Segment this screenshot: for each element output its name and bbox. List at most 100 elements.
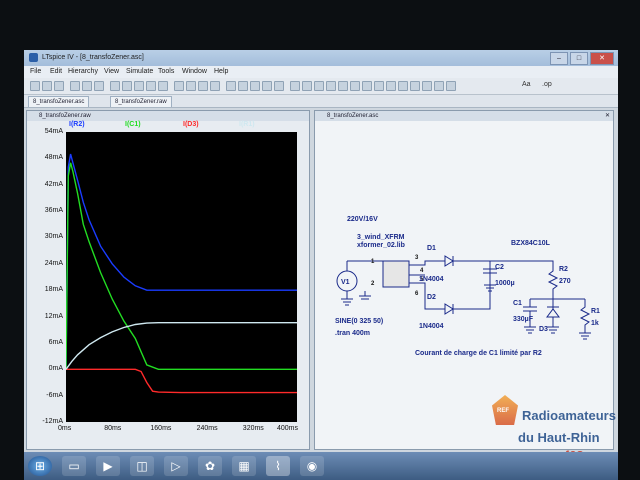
desktop-icon[interactable]: ▦ [232,456,256,476]
y-tick-label: 36mA [44,207,63,215]
rotate-icon[interactable] [434,81,444,91]
zener-model-label: BZX84C10L [511,240,551,247]
paste-icon[interactable] [250,81,260,91]
menu-edit[interactable]: Edit [50,68,62,75]
c1-value-label: 330µF [513,316,534,323]
run-icon[interactable] [82,81,92,91]
find-icon[interactable] [262,81,272,91]
text-button[interactable]: Aa [522,81,538,91]
y-tick-label: 0mA [48,365,63,373]
tab-waveform[interactable]: 8_transfoZener.raw [110,96,172,107]
zoom-out-icon[interactable] [134,81,144,91]
spice-directive-button[interactable]: .op [542,81,558,91]
menu-hierarchy[interactable]: Hierarchy [68,68,98,75]
tile-icon[interactable] [186,81,196,91]
menu-help[interactable]: Help [214,68,228,75]
undo-icon[interactable] [410,81,420,91]
pane-close-icon[interactable]: ✕ [605,111,610,121]
transformer-symbol[interactable] [382,260,410,288]
arrow-app-icon[interactable]: ▷ [164,456,188,476]
schematic-drawing[interactable]: 220V/16V 3_wind_XFRM xformer_02.lib 1 3 … [315,121,613,449]
control-panel-icon[interactable] [70,81,80,91]
explorer-icon[interactable]: ▭ [62,456,86,476]
legend-item-ir2[interactable]: I(R2) [69,121,85,128]
cut-icon[interactable] [226,81,236,91]
gear-app-icon[interactable]: ✿ [198,456,222,476]
wire-icon[interactable] [290,81,300,91]
start-button-icon[interactable]: ⊞ [28,456,52,476]
menu-simulate[interactable]: Simulate [126,68,153,75]
browser-icon[interactable]: ◉ [300,456,324,476]
minimize-button[interactable]: – [550,52,568,65]
toolbar: Aa .op [24,78,618,95]
ground-icon[interactable] [302,81,312,91]
close-button[interactable]: ✕ [590,52,614,65]
waveform-pane-title-text: 8_transfoZener.raw [39,113,91,119]
drag-icon[interactable] [398,81,408,91]
schematic-canvas[interactable]: 220V/16V 3_wind_XFRM xformer_02.lib 1 3 … [315,121,613,449]
waveform-pane-title: 8_transfoZener.raw [27,111,309,121]
zener-d3-symbol[interactable] [546,299,560,327]
resistor-icon[interactable] [326,81,336,91]
x-tick-label: 400ms [277,425,299,432]
diode-d1-symbol[interactable] [435,255,490,267]
schematic-pane-title-text: 8_transfoZener.asc [327,113,379,119]
close-pane-icon[interactable] [210,81,220,91]
pin-3-label: 3 [415,255,419,261]
inductor-icon[interactable] [350,81,360,91]
trace-ir1[interactable] [65,321,297,370]
autorange-icon[interactable] [174,81,184,91]
copy-icon[interactable] [238,81,248,91]
cascade-icon[interactable] [198,81,208,91]
new-schematic-icon[interactable] [30,81,40,91]
mirror-icon[interactable] [446,81,456,91]
print-icon[interactable] [274,81,284,91]
component-icon[interactable] [374,81,384,91]
c2-value-label: 1000µ [495,280,515,287]
waveform-pane: 8_transfoZener.raw I(R2) I(C1) I(D3) I(R1) … [26,110,310,450]
legend-item-ir1[interactable]: I(R1) [239,121,255,128]
save-icon[interactable] [54,81,64,91]
open-icon[interactable] [42,81,52,91]
menu-view[interactable]: View [104,68,119,75]
y-tick-label: 42mA [44,180,63,188]
move-icon[interactable] [386,81,396,91]
plot-area[interactable] [65,132,297,422]
pin-1-label: 1 [371,259,375,265]
capacitor-icon[interactable] [338,81,348,91]
trace-id3[interactable] [66,368,297,394]
legend-item-id3[interactable]: I(D3) [183,121,199,128]
x-tick-label: 320ms [242,425,264,432]
legend-item-ic1[interactable]: I(C1) [125,121,141,128]
tab-schematic[interactable]: 8_transfoZener.asc [28,96,90,107]
label-net-icon[interactable] [314,81,324,91]
ltspice-taskbar-icon[interactable]: ⌇ [266,456,290,476]
d1-model-label: 1N4004 [419,276,444,283]
resistor-r1-symbol[interactable] [579,299,591,333]
zoom-in-icon[interactable] [122,81,132,91]
zoom-cancel-icon[interactable] [158,81,168,91]
maximize-button[interactable]: □ [570,52,588,65]
pan-icon[interactable] [110,81,120,91]
x-tick-label: 0ms [58,425,72,432]
diode-d2-symbol[interactable] [435,261,491,315]
halt-icon[interactable] [94,81,104,91]
tran-directive[interactable]: .tran 400m [335,330,370,337]
diode-icon[interactable] [362,81,372,91]
redo-icon[interactable] [422,81,432,91]
media-player-icon[interactable]: ▶ [96,456,120,476]
x-tick-label: 160ms [150,425,172,432]
d3-label: D3 [539,326,548,333]
y-tick-label: -12mA [42,418,63,425]
schematic-pane-title: 8_transfoZener.asc ✕ [315,111,613,121]
waveform-plot[interactable] [65,132,297,422]
pin-2-label: 2 [371,281,375,287]
ref-logo-text: REF [497,408,509,414]
menu-file[interactable]: File [30,68,41,75]
window-icon[interactable]: ◫ [130,456,154,476]
zoom-fit-icon[interactable] [146,81,156,91]
menu-window[interactable]: Window [182,68,207,75]
menu-tools[interactable]: Tools [158,68,174,75]
xfrm-lib-label: xformer_02.lib [357,242,405,249]
y-tick-label: 18mA [44,286,63,294]
